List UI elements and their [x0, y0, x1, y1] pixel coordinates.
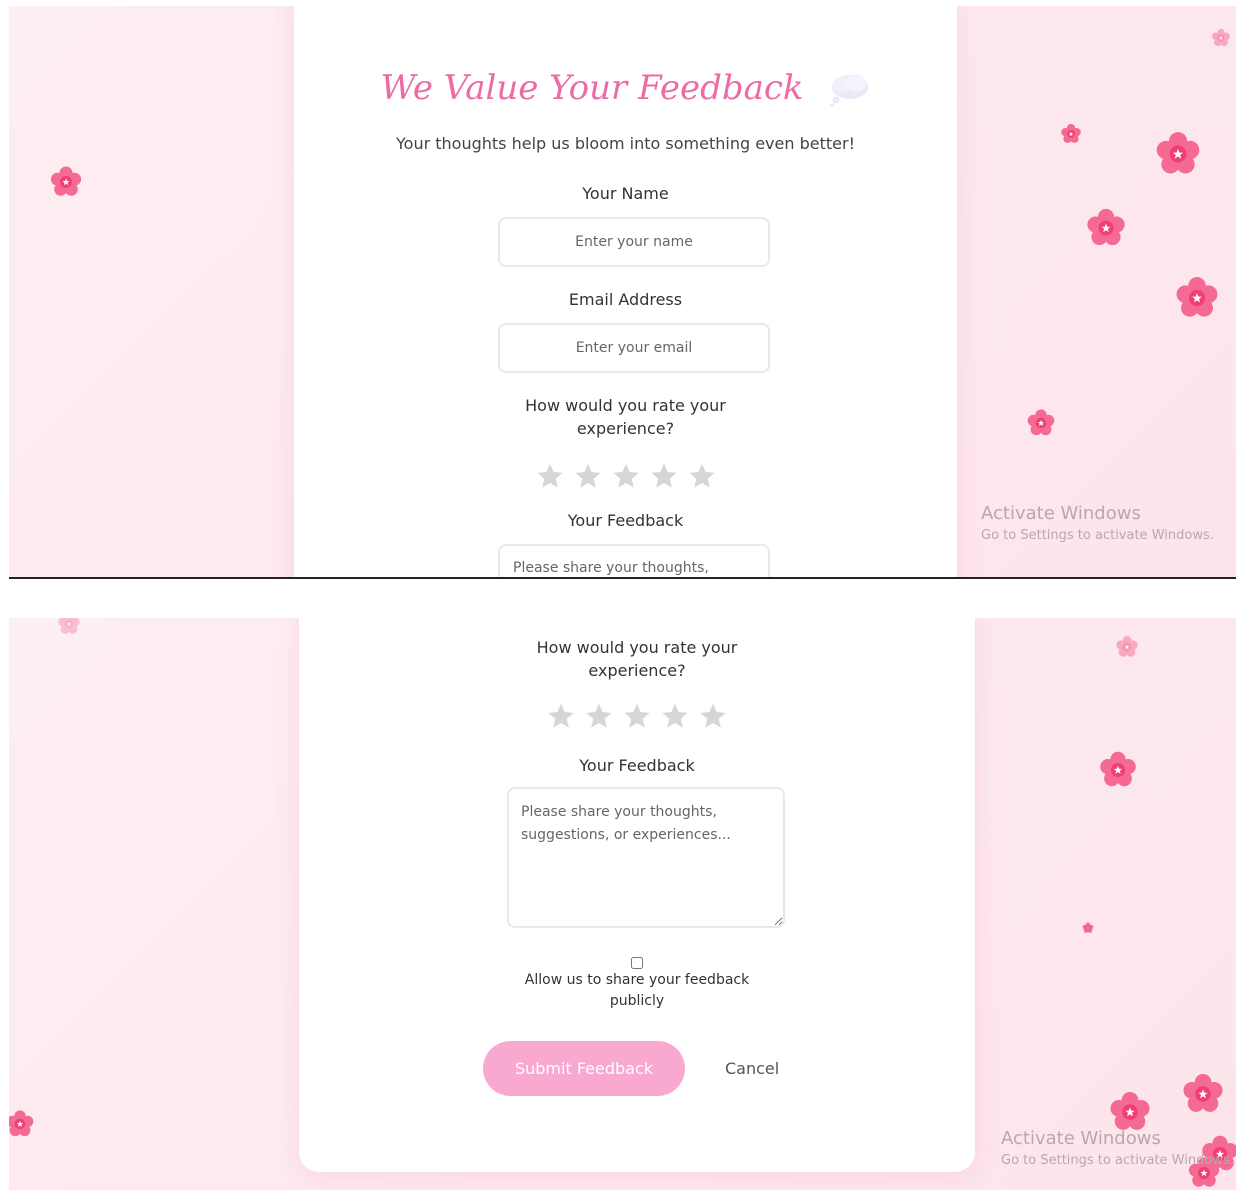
- form-title: We Value Your Feedback: [294, 68, 957, 108]
- screenshot-divider: [9, 577, 1236, 579]
- feedback-label: Your Feedback: [567, 511, 684, 530]
- rating-label-line2: experience?: [588, 661, 686, 680]
- star-icon[interactable]: [688, 462, 716, 490]
- blossom-icon: [9, 1110, 34, 1137]
- feedback-card: How would you rate your experience? Your…: [299, 618, 975, 1172]
- share-publicly-line2: publicly: [609, 993, 665, 1009]
- feedback-textarea[interactable]: Please share your thoughts,: [498, 544, 770, 577]
- star-icon[interactable]: [650, 462, 678, 490]
- form-title-text: We Value Your Feedback: [380, 68, 804, 108]
- blossom-icon: [1100, 751, 1136, 787]
- blossom-icon: [1212, 28, 1230, 47]
- star-icon[interactable]: [547, 702, 575, 730]
- name-label: Your Name: [582, 184, 669, 203]
- blossom-icon: [1116, 636, 1138, 657]
- watermark-subtitle: Go to Settings to activate Windows.: [981, 528, 1214, 543]
- share-publicly-line1: Allow us to share your feedback: [524, 972, 750, 988]
- share-publicly-label[interactable]: Allow us to share your feedback publicly: [507, 970, 767, 1012]
- blossom-icon: [1183, 1073, 1223, 1112]
- thought-bubble-icon: [830, 74, 869, 107]
- email-input[interactable]: [498, 323, 770, 373]
- activate-windows-watermark: Activate Windows Go to Settings to activ…: [1001, 1128, 1234, 1168]
- star-icon[interactable]: [585, 702, 613, 730]
- screenshot-top-panel: We Value Your Feedback Your thoughts hel…: [9, 6, 1236, 577]
- rating-label-line2: experience?: [576, 419, 675, 438]
- activate-windows-watermark: Activate Windows Go to Settings to activ…: [981, 503, 1214, 543]
- screenshot-bottom-panel: How would you rate your experience? Your…: [9, 618, 1236, 1190]
- star-icon[interactable]: [661, 702, 689, 730]
- watermark-subtitle: Go to Settings to activate Windows.: [1001, 1153, 1234, 1168]
- blossom-icon: [1027, 409, 1055, 436]
- star-rating: [294, 462, 957, 494]
- form-subtitle: Your thoughts help us bloom into somethi…: [396, 134, 855, 153]
- watermark-title: Activate Windows: [981, 503, 1141, 524]
- feedback-card: We Value Your Feedback Your thoughts hel…: [294, 6, 957, 577]
- rating-label: How would you rate your experience?: [294, 394, 957, 440]
- feedback-label: Your Feedback: [579, 756, 695, 775]
- star-icon[interactable]: [623, 702, 651, 730]
- blossom-icon: [58, 618, 80, 634]
- star-icon[interactable]: [699, 702, 727, 730]
- name-input[interactable]: [498, 217, 770, 267]
- submit-feedback-button[interactable]: Submit Feedback: [483, 1041, 685, 1096]
- blossom-icon: [50, 166, 82, 196]
- rating-label-line1: How would you rate your: [536, 638, 738, 657]
- blossom-icon: [1176, 277, 1218, 317]
- rating-label: How would you rate your experience?: [299, 636, 975, 682]
- star-icon[interactable]: [536, 462, 564, 490]
- star-rating: [299, 702, 975, 734]
- blossom-icon: [1082, 922, 1094, 933]
- blossom-icon: [1087, 208, 1125, 246]
- rating-label-line1: How would you rate your: [525, 396, 726, 415]
- feedback-placeholder: Please share your thoughts,: [513, 560, 709, 576]
- blossom-icon: [1061, 123, 1081, 143]
- cancel-button[interactable]: Cancel: [715, 1041, 789, 1096]
- feedback-textarea[interactable]: [507, 787, 785, 928]
- star-icon[interactable]: [574, 462, 602, 490]
- share-publicly-checkbox[interactable]: [631, 957, 643, 969]
- star-icon[interactable]: [612, 462, 640, 490]
- blossom-icon: [1156, 132, 1200, 174]
- email-label: Email Address: [568, 290, 683, 309]
- watermark-title: Activate Windows: [1001, 1128, 1161, 1149]
